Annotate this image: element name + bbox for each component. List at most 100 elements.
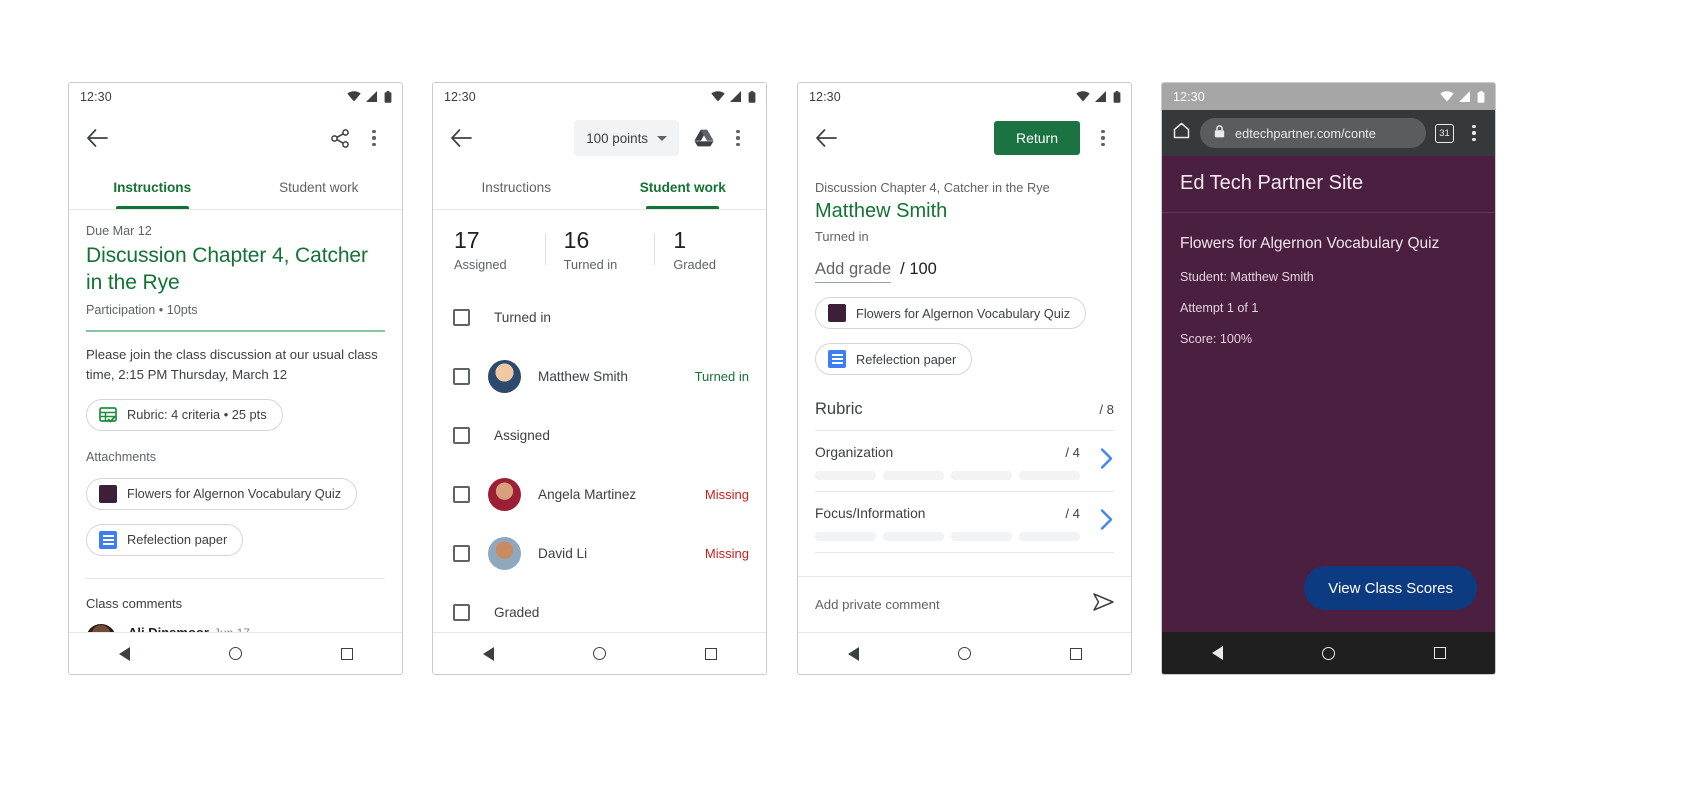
rubric-criterion-organization[interactable]: Organization / 4 (815, 431, 1114, 492)
attachments-label: Attachments (86, 449, 156, 464)
points-label: 100 points (586, 130, 648, 146)
attachment-quiz[interactable]: Flowers for Algernon Vocabulary Quiz (86, 477, 358, 510)
nav-back-icon[interactable] (847, 646, 859, 661)
wifi-icon (711, 91, 725, 102)
attachment-label: Refelection paper (856, 351, 957, 367)
quiz-thumbnail-icon (99, 484, 117, 503)
quiz-attempt: Attempt 1 of 1 (1180, 301, 1259, 315)
group-label: Graded (494, 605, 540, 620)
overflow-dots (736, 129, 740, 147)
criterion-row: Organization / 4 (815, 445, 1114, 460)
nav-back-icon[interactable] (482, 646, 494, 661)
nav-recents-icon[interactable] (1433, 647, 1446, 659)
tab-student-work[interactable]: Student work (600, 166, 767, 209)
stat-label: Assigned (454, 257, 507, 272)
battery-icon (384, 90, 392, 103)
nav-back-icon[interactable] (1211, 646, 1223, 660)
select-checkbox[interactable] (453, 427, 470, 444)
phone-browser-partner-site: 12:30 edtechpartner.com/conte 31 Ed Tech… (1161, 82, 1496, 675)
stat-value: 16 (563, 227, 590, 253)
chevron-right-icon[interactable] (1100, 509, 1114, 536)
tab-bar: Instructions Student work (433, 166, 766, 210)
browser-toolbar: edtechpartner.com/conte 31 (1162, 110, 1495, 156)
list-item[interactable]: Angela Martinez Missing (433, 465, 766, 524)
grade-input[interactable]: Add grade (815, 260, 892, 283)
site-body: Flowers for Algernon Vocabulary Quiz Stu… (1162, 213, 1495, 346)
back-arrow-icon[interactable] (444, 121, 478, 155)
nav-recents-icon[interactable] (704, 647, 717, 660)
nav-home-icon[interactable] (957, 647, 971, 660)
criterion-points: / 4 (1065, 506, 1080, 521)
criterion-points: / 4 (1065, 445, 1080, 460)
status-bar: 12:30 (798, 83, 1131, 110)
return-button[interactable]: Return (993, 121, 1080, 155)
web-page-content: Ed Tech Partner Site Flowers for Algerno… (1162, 156, 1495, 632)
tab-count-icon[interactable]: 31 (1435, 123, 1454, 143)
tab-instructions[interactable]: Instructions (69, 166, 236, 209)
back-arrow-icon[interactable] (809, 121, 843, 155)
status-icons (711, 90, 756, 103)
battery-icon (1477, 90, 1485, 103)
stat-turned-in: 16 Turned in (544, 226, 655, 272)
wifi-icon (1076, 91, 1090, 102)
group-header-assigned: Assigned (433, 406, 766, 465)
attachment-doc[interactable]: Refelection paper (815, 343, 973, 375)
phone-student-work-list: 12:30 100 points Instructions Student wo… (432, 82, 767, 675)
private-comment-input[interactable]: Add private comment (815, 597, 940, 612)
more-vert-icon[interactable] (357, 121, 391, 155)
select-checkbox[interactable] (453, 368, 470, 385)
share-icon[interactable] (323, 121, 357, 155)
back-arrow-icon[interactable] (80, 121, 114, 155)
lock-icon (1214, 125, 1225, 141)
more-vert-icon[interactable] (721, 121, 755, 155)
tab-student-work[interactable]: Student work (236, 166, 403, 209)
quiz-score: Score: 100% (1180, 332, 1253, 346)
select-checkbox[interactable] (453, 486, 470, 503)
nav-recents-icon[interactable] (1069, 647, 1082, 660)
status-clock: 12:30 (809, 89, 841, 104)
instructions-body: Due Mar 12 Discussion Chapter 4, Catcher… (69, 210, 402, 632)
google-drive-icon[interactable] (687, 121, 721, 155)
attachment-quiz[interactable]: Flowers for Algernon Vocabulary Quiz (815, 297, 1087, 329)
criterion-levels (815, 532, 1114, 541)
nav-home-icon[interactable] (592, 647, 606, 660)
list-item[interactable]: Matthew Smith Turned in (433, 347, 766, 406)
more-vert-icon[interactable] (1463, 116, 1485, 150)
stat-value: 17 (454, 227, 480, 253)
nav-back-icon[interactable] (118, 646, 130, 661)
rubric-chip-label: Rubric: 4 criteria • 25 pts (127, 407, 267, 422)
signal-icon (366, 91, 378, 102)
attachment-label: Flowers for Algernon Vocabulary Quiz (127, 486, 342, 501)
rubric-total: / 8 (1099, 402, 1114, 417)
nav-home-icon[interactable] (1321, 646, 1335, 660)
student-name: Matthew Smith (538, 369, 628, 384)
rubric-criterion-focus-information[interactable]: Focus/Information / 4 (815, 492, 1114, 553)
url-bar[interactable]: edtechpartner.com/conte (1200, 118, 1426, 148)
group-label: Assigned (494, 428, 550, 443)
more-vert-icon[interactable] (1086, 121, 1120, 155)
comment-item: Ali DinsmoorJun 17 Don't forget to look … (86, 623, 385, 632)
rubric-chip[interactable]: Rubric: 4 criteria • 25 pts (86, 398, 283, 431)
green-divider (86, 330, 385, 332)
home-icon[interactable] (1172, 121, 1191, 145)
select-checkbox[interactable] (453, 309, 470, 326)
overflow-dots (1472, 124, 1476, 142)
chevron-right-icon[interactable] (1100, 448, 1114, 475)
tab-instructions[interactable]: Instructions (433, 166, 600, 209)
quiz-thumbnail-icon (828, 304, 846, 322)
view-class-scores-button[interactable]: View Class Scores (1304, 566, 1477, 610)
stat-value: 1 (673, 227, 687, 253)
list-item[interactable]: David Li Missing (433, 524, 766, 583)
select-checkbox[interactable] (453, 545, 470, 562)
attachment-label: Flowers for Algernon Vocabulary Quiz (856, 305, 1071, 321)
submission-state: Turned in (815, 229, 869, 244)
screenshot-canvas: 12:30 Instructions Student work Due Mar … (0, 0, 1698, 812)
points-selector[interactable]: 100 points (574, 120, 679, 156)
nav-recents-icon[interactable] (340, 647, 353, 660)
stat-label: Turned in (563, 257, 618, 272)
nav-home-icon[interactable] (228, 647, 242, 660)
select-checkbox[interactable] (453, 604, 470, 621)
send-icon[interactable] (1093, 593, 1114, 616)
overflow-dots (1101, 129, 1105, 147)
attachment-doc[interactable]: Refelection paper (86, 523, 244, 556)
